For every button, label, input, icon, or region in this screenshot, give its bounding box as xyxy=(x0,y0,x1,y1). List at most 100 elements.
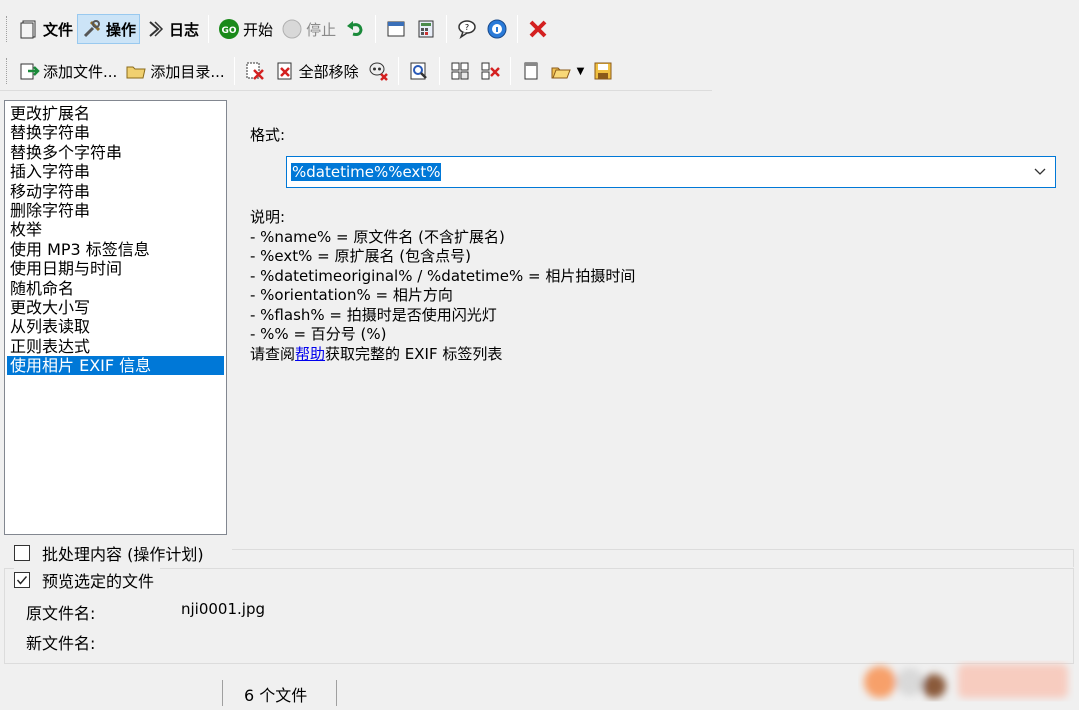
preview-checkbox-row[interactable]: 预览选定的文件 xyxy=(14,568,161,592)
operation-item[interactable]: 随机命名 xyxy=(7,279,224,298)
remove-invalid-button[interactable] xyxy=(363,56,393,86)
add-directory-button[interactable]: 添加目录... xyxy=(121,56,228,86)
description: 说明: - %name% = 原文件名 (不含扩展名) - %ext% = 原扩展… xyxy=(250,208,635,364)
add-files-button[interactable]: 添加文件... xyxy=(14,56,121,86)
format-combobox[interactable]: %datetime%%ext% xyxy=(286,156,1056,188)
info-button[interactable] xyxy=(482,14,512,44)
operation-item[interactable]: 使用 MP3 标签信息 xyxy=(7,240,224,259)
help-button[interactable]: ? xyxy=(452,14,482,44)
description-heading: 说明: xyxy=(250,208,286,226)
remove-all-button[interactable]: 全部移除 xyxy=(270,56,363,86)
batch-checkbox-row[interactable]: 批处理内容 (操作计划) xyxy=(14,540,1074,566)
toolbar-separator xyxy=(208,15,210,43)
list-button[interactable] xyxy=(516,56,546,86)
log-label: 日志 xyxy=(169,20,200,39)
description-line: - %ext% = 原扩展名 (包含点号) xyxy=(250,247,471,265)
format-label: 格式: xyxy=(250,126,286,144)
preview-button[interactable] xyxy=(404,56,434,86)
toolbar-grip[interactable] xyxy=(6,16,10,42)
operation-item[interactable]: 替换多个字符串 xyxy=(7,143,224,162)
original-name-label: 原文件名: xyxy=(26,604,96,623)
file-button[interactable]: 文件 xyxy=(14,14,77,44)
toolbar-separator xyxy=(438,57,440,85)
exit-button[interactable] xyxy=(523,14,553,44)
operation-item[interactable]: 插入字符串 xyxy=(7,162,224,181)
log-icon xyxy=(144,18,166,40)
svg-text:?: ? xyxy=(465,23,469,32)
window-icon xyxy=(385,18,407,40)
open-menu-button[interactable]: ▼ xyxy=(546,56,589,86)
file-icon xyxy=(18,18,40,40)
preview-checkbox[interactable] xyxy=(14,572,30,588)
stop-label: 停止 xyxy=(306,20,337,39)
log-button[interactable]: 日志 xyxy=(140,14,203,44)
chevron-down-icon[interactable] xyxy=(1033,164,1047,178)
toolbar-separator xyxy=(397,57,399,85)
start-button[interactable]: GO 开始 xyxy=(214,14,277,44)
save-button[interactable] xyxy=(588,56,618,86)
file-count: 6 个文件 xyxy=(244,686,308,705)
start-label: 开始 xyxy=(243,20,274,39)
calculator-button[interactable] xyxy=(411,14,441,44)
remove-file-icon xyxy=(244,60,266,82)
batch-checkbox[interactable] xyxy=(14,545,30,561)
operation-item[interactable]: 删除字符串 xyxy=(7,201,224,220)
operation-item[interactable]: 替换字符串 xyxy=(7,123,224,142)
description-line: - %name% = 原文件名 (不含扩展名) xyxy=(250,227,505,246)
stop-icon xyxy=(281,18,303,40)
remove-columns-button[interactable] xyxy=(475,56,505,86)
action-label: 操作 xyxy=(106,20,137,39)
toolbar-border xyxy=(0,90,712,91)
speech-bubble-icon: ? xyxy=(456,18,478,40)
description-line: - %% = 百分号 (%) xyxy=(250,325,387,343)
batch-checkbox-label[interactable]: 批处理内容 (操作计划) xyxy=(42,541,204,565)
operation-item[interactable]: 正则表达式 xyxy=(7,337,224,356)
document-icon xyxy=(520,60,542,82)
operation-item[interactable]: 从列表读取 xyxy=(7,317,224,336)
toolbar-separator xyxy=(509,57,511,85)
file-toolbar: 添加文件... 添加目录... 全部移除 ▼ xyxy=(6,52,619,90)
help-suffix: 获取完整的 EXIF 标签列表 xyxy=(325,344,503,363)
main-toolbar: 文件 操作 日志 GO 开始 停止 ? xyxy=(6,10,554,48)
operation-item[interactable]: 移动字符串 xyxy=(7,182,224,201)
description-line: - %datetimeoriginal% / %datetime% = 相片拍摄… xyxy=(250,266,636,285)
remove-all-icon xyxy=(274,60,296,82)
description-lines: - %name% = 原文件名 (不含扩展名) - %ext% = 原扩展名 (包… xyxy=(250,228,635,345)
operation-item[interactable]: 更改扩展名 xyxy=(7,104,224,123)
undo-button[interactable] xyxy=(340,14,370,44)
toolbar-separator xyxy=(375,15,377,43)
operation-item[interactable]: 使用相片 EXIF 信息 xyxy=(7,356,224,376)
operation-list[interactable]: 更改扩展名 替换字符串 替换多个字符串 插入字符串 移动字符串 删除字符串 枚举 使用 MP3… xyxy=(4,100,227,535)
add-directory-label: 添加目录... xyxy=(150,62,225,81)
skull-icon xyxy=(367,60,389,82)
folder-icon xyxy=(125,60,147,82)
open-folder-icon xyxy=(550,60,572,82)
description-line: - %flash% = 拍摄时是否使用闪光灯 xyxy=(250,305,497,324)
new-name-label: 新文件名: xyxy=(26,634,96,653)
format-value[interactable]: %datetime%%ext% xyxy=(291,163,442,181)
svg-text:GO: GO xyxy=(222,26,237,36)
remove-all-label: 全部移除 xyxy=(298,62,359,81)
window-button[interactable] xyxy=(381,14,411,44)
close-icon xyxy=(527,18,549,40)
preview-checkbox-label[interactable]: 预览选定的文件 xyxy=(42,568,154,592)
toolbar-separator xyxy=(517,15,519,43)
calculator-icon xyxy=(415,18,437,40)
add-file-icon xyxy=(18,60,40,82)
help-link[interactable]: 帮助 xyxy=(295,345,325,363)
toolbar-grip[interactable] xyxy=(6,58,10,84)
operation-item[interactable]: 枚举 xyxy=(7,220,224,239)
columns-button[interactable] xyxy=(445,56,475,86)
operation-item[interactable]: 更改大小写 xyxy=(7,298,224,317)
grid-remove-icon xyxy=(479,60,501,82)
status-separator xyxy=(222,680,223,706)
action-button[interactable]: 操作 xyxy=(77,14,141,44)
remove-selected-button[interactable] xyxy=(240,56,270,86)
checkmark-icon xyxy=(16,576,28,585)
toolbar-separator xyxy=(233,57,235,85)
magnifier-icon xyxy=(408,60,430,82)
help-prefix: 请查阅 xyxy=(250,344,296,363)
operation-item[interactable]: 使用日期与时间 xyxy=(7,259,224,278)
description-line: - %orientation% = 相片方向 xyxy=(250,286,453,304)
stop-button[interactable]: 停止 xyxy=(277,14,340,44)
